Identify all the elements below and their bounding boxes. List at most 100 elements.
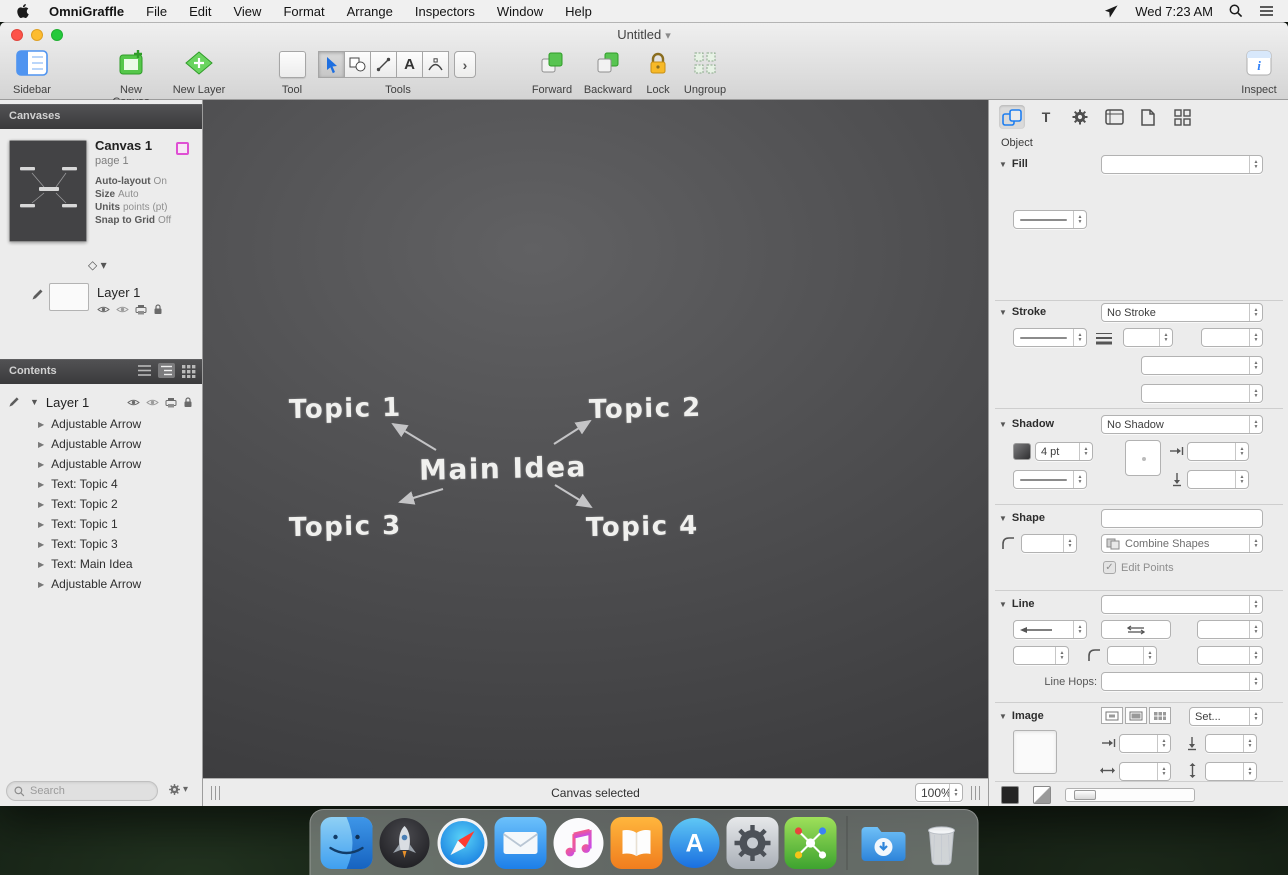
- lock-icon[interactable]: [183, 396, 193, 408]
- disclosure-open-icon[interactable]: [30, 397, 39, 407]
- toolbar-new-layer-button[interactable]: New Layer: [171, 48, 227, 98]
- spotlight-icon[interactable]: [1229, 4, 1243, 18]
- menu-help[interactable]: Help: [554, 4, 603, 19]
- search-options-button[interactable]: [168, 783, 188, 796]
- canvas-name[interactable]: Canvas 1: [95, 138, 152, 153]
- zoom-stepper[interactable]: [949, 784, 962, 801]
- window-title-bar[interactable]: Untitled: [0, 27, 1288, 42]
- shadow-preview-well[interactable]: [1013, 470, 1087, 489]
- tab-canvas[interactable]: [1101, 105, 1127, 129]
- notification-center-icon[interactable]: [1259, 5, 1274, 17]
- canvas-thumbnail[interactable]: [9, 140, 87, 242]
- line-end-arrow-select[interactable]: [1197, 620, 1263, 639]
- menu-extra-icon[interactable]: [1104, 4, 1119, 19]
- node-topic-2[interactable]: Topic 2: [589, 393, 702, 425]
- stepper-icon[interactable]: [1235, 471, 1248, 488]
- stroke-cap-field[interactable]: [1201, 328, 1263, 347]
- menu-clock[interactable]: Wed 7:23 AM: [1135, 4, 1213, 19]
- line-reverse-button[interactable]: [1101, 620, 1171, 639]
- print-icon[interactable]: [165, 397, 177, 408]
- search-input[interactable]: [30, 785, 140, 797]
- disclosure-icon[interactable]: [38, 580, 44, 589]
- fill-style-select[interactable]: [1101, 155, 1263, 174]
- disclosure-icon[interactable]: [38, 460, 44, 469]
- image-fit-tile-button[interactable]: [1149, 707, 1171, 724]
- stepper-icon[interactable]: [1073, 211, 1086, 228]
- image-set-select[interactable]: Set...: [1189, 707, 1263, 726]
- fill-color-swatch[interactable]: [1001, 786, 1019, 804]
- dock-downloads-icon[interactable]: [858, 817, 910, 869]
- image-offset-y-field[interactable]: [1205, 734, 1257, 753]
- combine-shapes-select[interactable]: Combine Shapes: [1101, 534, 1263, 553]
- toolbar-ungroup-button[interactable]: Ungroup: [682, 48, 728, 98]
- menu-arrange[interactable]: Arrange: [336, 4, 404, 19]
- list-item[interactable]: Adjustable Arrow: [0, 414, 203, 434]
- line-corner-radius-field[interactable]: [1107, 646, 1157, 665]
- list-item[interactable]: Adjustable Arrow: [0, 454, 203, 474]
- stroke-color-swatch[interactable]: [1033, 786, 1051, 804]
- line-option-field[interactable]: [1197, 646, 1263, 665]
- image-section-header[interactable]: Image: [999, 710, 1044, 722]
- fill-preview-well[interactable]: [1013, 210, 1087, 229]
- dock-launchpad-icon[interactable]: [379, 817, 431, 869]
- list-item[interactable]: Text: Topic 2: [0, 494, 203, 514]
- list-item[interactable]: Text: Topic 1: [0, 514, 203, 534]
- stepper-icon[interactable]: [1159, 329, 1172, 346]
- shadow-offset-pad[interactable]: [1125, 440, 1161, 476]
- list-item[interactable]: Adjustable Arrow: [0, 574, 203, 594]
- selectable-icon[interactable]: [146, 398, 159, 407]
- contents-view-switcher[interactable]: [136, 363, 197, 378]
- shadow-color-well[interactable]: [1013, 443, 1031, 460]
- image-scale-y-field[interactable]: [1205, 762, 1257, 781]
- lock-icon[interactable]: [153, 303, 163, 315]
- list-item[interactable]: Text: Topic 4: [0, 474, 203, 494]
- dock-mail-icon[interactable]: [495, 817, 547, 869]
- corner-radius-field[interactable]: [1021, 534, 1077, 553]
- tab-object[interactable]: [999, 105, 1025, 129]
- stepper-icon[interactable]: [1143, 647, 1156, 664]
- shape-select[interactable]: [1101, 509, 1263, 528]
- stepper-icon[interactable]: [1249, 535, 1262, 552]
- shape-section-header[interactable]: Shape: [999, 512, 1045, 524]
- zoom-control[interactable]: 100%: [915, 783, 963, 802]
- stepper-icon[interactable]: [1243, 735, 1256, 752]
- style-tray-slider[interactable]: [1065, 788, 1195, 802]
- dock-books-icon[interactable]: [611, 817, 663, 869]
- stepper-icon[interactable]: [1073, 471, 1086, 488]
- node-topic-3[interactable]: Topic 3: [289, 511, 402, 543]
- line-start-arrow-select[interactable]: [1013, 620, 1087, 639]
- selectable-icon[interactable]: [116, 305, 129, 314]
- stroke-section-header[interactable]: Stroke: [999, 306, 1046, 318]
- menu-format[interactable]: Format: [272, 4, 335, 19]
- image-fit-natural-button[interactable]: [1101, 707, 1123, 724]
- toolbar-forward-button[interactable]: Forward: [528, 48, 576, 98]
- view-list-icon[interactable]: [136, 363, 153, 378]
- stepper-icon[interactable]: [1073, 621, 1086, 638]
- view-grid-icon[interactable]: [180, 363, 197, 378]
- stroke-width-field[interactable]: [1123, 328, 1173, 347]
- stepper-icon[interactable]: [1249, 647, 1262, 664]
- stepper-icon[interactable]: [1063, 535, 1076, 552]
- list-item[interactable]: Text: Main Idea: [0, 554, 203, 574]
- contents-layer-controls[interactable]: [127, 396, 193, 408]
- menu-window[interactable]: Window: [486, 4, 554, 19]
- image-scale-x-field[interactable]: [1119, 762, 1171, 781]
- stepper-icon[interactable]: [1249, 621, 1262, 638]
- image-fit-stretch-button[interactable]: [1125, 707, 1147, 724]
- view-outline-icon[interactable]: [158, 363, 175, 378]
- disclosure-icon[interactable]: [38, 440, 44, 449]
- dock-omnigraffle-icon[interactable]: [785, 817, 837, 869]
- inspector-resize-grip[interactable]: [971, 786, 983, 800]
- stepper-icon[interactable]: [1235, 443, 1248, 460]
- node-topic-4[interactable]: Topic 4: [586, 511, 699, 543]
- stroke-preview-well[interactable]: [1013, 328, 1087, 347]
- stepper-icon[interactable]: [1249, 596, 1262, 613]
- layer-name[interactable]: Layer 1: [97, 285, 140, 300]
- list-item[interactable]: Adjustable Arrow: [0, 434, 203, 454]
- stroke-join-select[interactable]: [1141, 356, 1263, 375]
- search-field[interactable]: [6, 781, 158, 801]
- contents-layer-row[interactable]: Layer 1: [0, 392, 203, 412]
- dock-music-icon[interactable]: [553, 817, 605, 869]
- menu-file[interactable]: File: [135, 4, 178, 19]
- visible-icon[interactable]: [127, 398, 140, 407]
